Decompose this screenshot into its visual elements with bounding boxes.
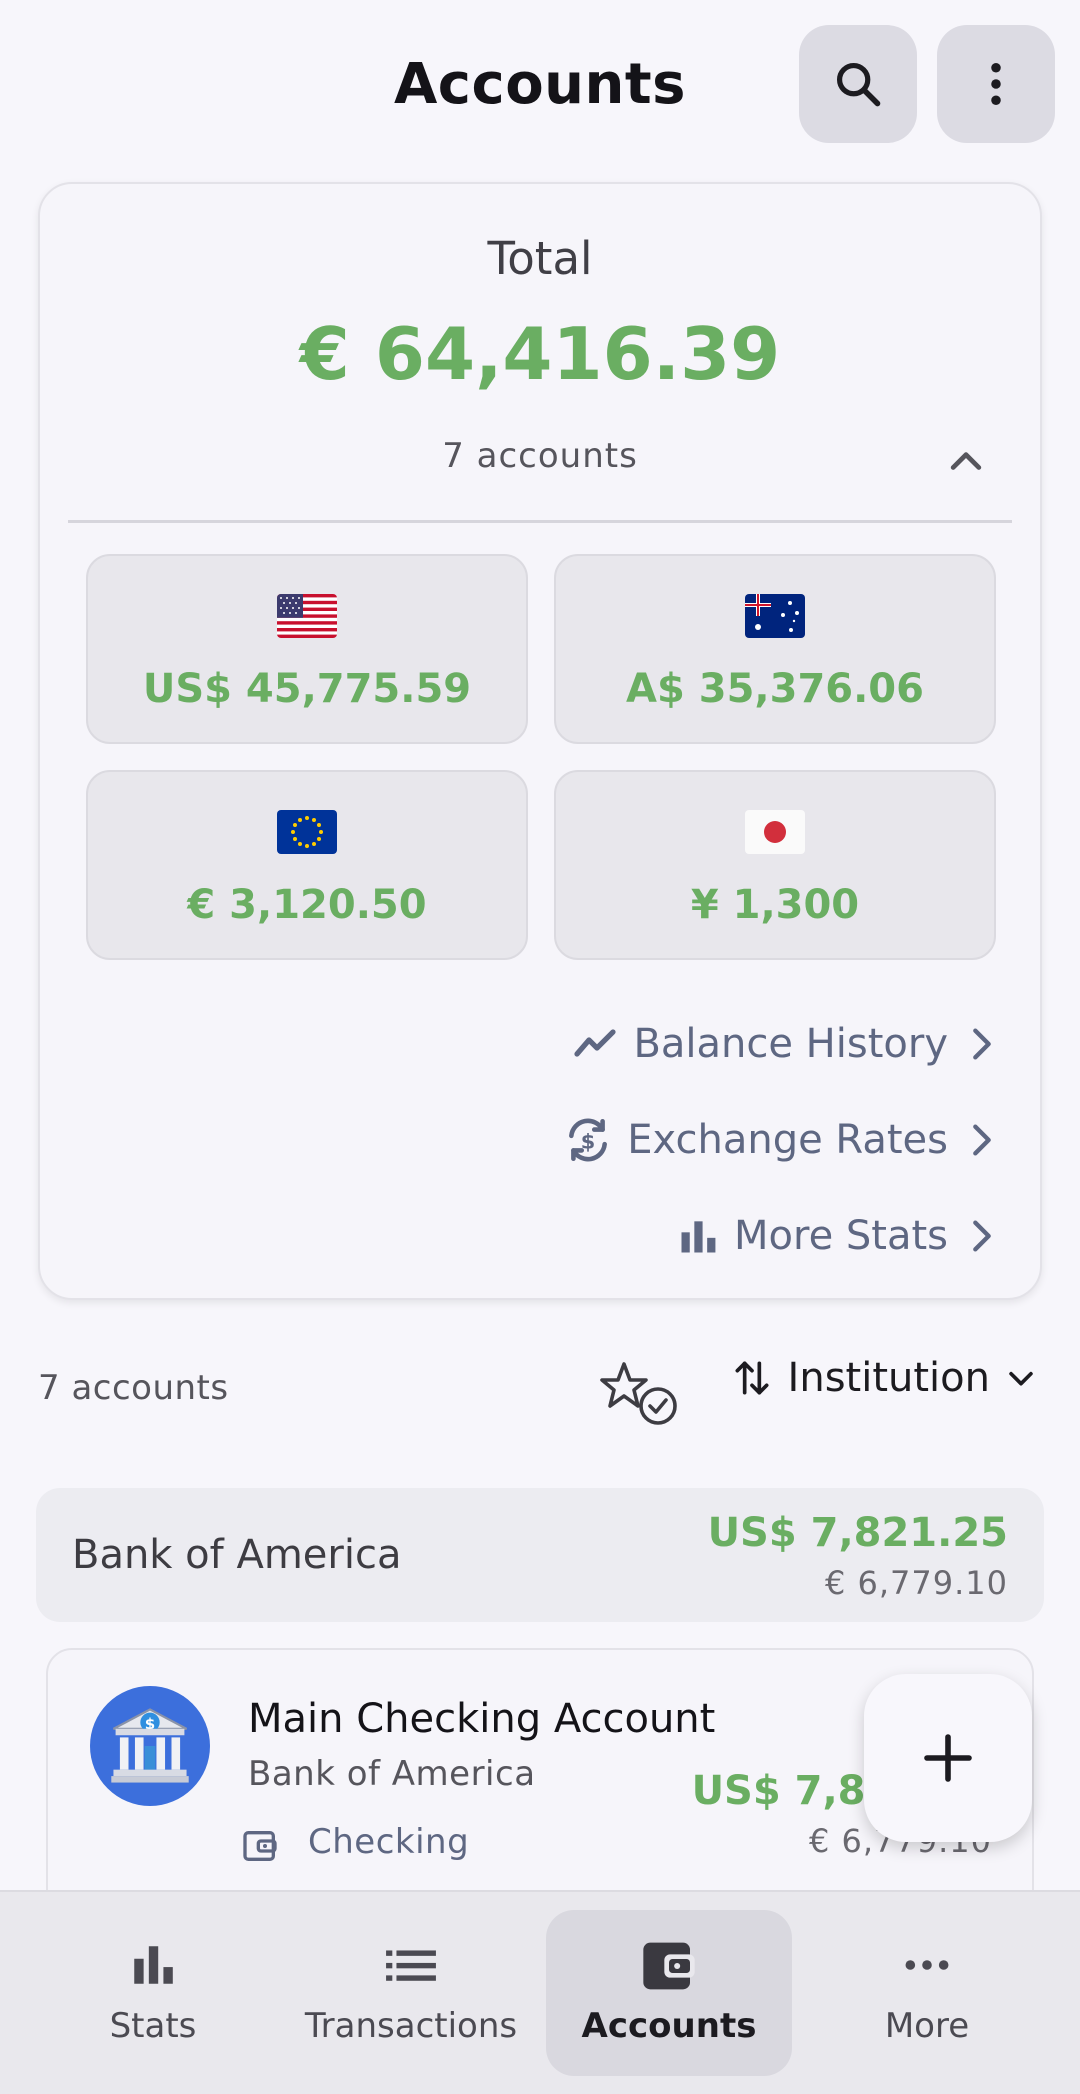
currency-amount: A$ 35,376.06 <box>626 666 924 712</box>
trending-up-icon <box>574 1029 617 1057</box>
plus-icon <box>924 1734 972 1782</box>
nav-accounts[interactable]: Accounts <box>546 1910 792 2076</box>
nav-label: Stats <box>109 2006 197 2046</box>
overflow-menu-button[interactable] <box>937 25 1055 143</box>
sort-icon <box>735 1361 769 1395</box>
nav-transactions[interactable]: Transactions <box>288 1910 534 2076</box>
chevron-right-icon <box>973 1220 991 1252</box>
eu-flag-icon <box>277 810 337 854</box>
star-check-icon <box>600 1362 677 1425</box>
currency-tile-usd[interactable]: US$ 45,775.59 <box>86 554 528 744</box>
institution-group-header[interactable]: Bank of America US$ 7,821.25 € 6,779.10 <box>36 1488 1044 1622</box>
account-type-icon-wrap <box>240 1826 280 1870</box>
list-account-count: 7 accounts <box>38 1368 229 1408</box>
accounts-count: 7 accounts <box>442 436 638 476</box>
jp-flag-icon <box>745 810 805 854</box>
total-amount: € 64,416.39 <box>299 312 781 396</box>
currency-amount: € 3,120.50 <box>187 882 427 928</box>
us-flag-icon <box>277 594 337 638</box>
nav-more[interactable]: More <box>804 1910 1050 2076</box>
currency-amount: ¥ 1,300 <box>690 882 860 928</box>
currency-tile-eur[interactable]: € 3,120.50 <box>86 770 528 960</box>
currency-amount: US$ 45,775.59 <box>142 666 472 712</box>
total-label: Total <box>487 232 593 285</box>
wallet-icon <box>643 1942 695 1990</box>
top-app-bar: Accounts <box>0 0 1080 176</box>
add-account-fab[interactable] <box>864 1674 1032 1842</box>
balance-history-link[interactable]: Balance History <box>571 1014 998 1074</box>
total-summary-card: Total € 64,416.39 7 accounts US$ 45,775.… <box>38 182 1042 1300</box>
more-vertical-icon <box>991 62 1001 106</box>
chevron-down-icon <box>1009 1371 1033 1386</box>
account-institution: Bank of America <box>248 1754 536 1794</box>
currency-exchange-icon: $ <box>569 1118 608 1162</box>
search-button[interactable] <box>799 25 917 143</box>
account-type: Checking <box>308 1822 470 1862</box>
account-name: Main Checking Account <box>248 1696 716 1742</box>
institution-name: Bank of America <box>72 1532 402 1578</box>
svg-text:$: $ <box>581 1129 596 1153</box>
chevron-right-icon <box>973 1028 991 1060</box>
collapse-toggle[interactable] <box>944 440 988 488</box>
currency-tile-jpy[interactable]: ¥ 1,300 <box>554 770 996 960</box>
nav-label: More <box>884 2006 970 2046</box>
group-amount: US$ 7,821.25 <box>707 1510 1008 1556</box>
bar-chart-icon <box>134 1946 173 1984</box>
link-label: More Stats <box>734 1213 948 1259</box>
bank-icon: $ <box>111 1708 189 1783</box>
more-stats-link[interactable]: More Stats <box>676 1206 998 1266</box>
sort-by-button[interactable]: Institution <box>730 1355 1038 1401</box>
exchange-rates-link[interactable]: $ Exchange Rates <box>563 1110 998 1170</box>
chevron-right-icon <box>973 1124 991 1156</box>
link-label: Exchange Rates <box>627 1117 948 1163</box>
bottom-navigation: Stats Transactions Accounts More <box>0 1890 1080 2094</box>
list-icon <box>386 1950 436 1981</box>
more-horizontal-icon <box>905 1960 949 1970</box>
divider <box>68 520 1012 523</box>
currency-tile-aud[interactable]: A$ 35,376.06 <box>554 554 996 744</box>
nav-label: Accounts <box>581 2006 757 2046</box>
favorites-filter-button[interactable] <box>600 1360 680 1430</box>
link-label: Balance History <box>633 1021 948 1067</box>
page-title: Accounts <box>393 52 687 117</box>
nav-label: Transactions <box>304 2006 518 2046</box>
bank-avatar: $ <box>90 1686 210 1806</box>
sort-label: Institution <box>787 1355 990 1401</box>
search-icon <box>836 62 881 107</box>
nav-stats[interactable]: Stats <box>30 1910 276 2076</box>
chevron-up-icon <box>950 452 982 470</box>
bar-chart-icon <box>681 1221 716 1253</box>
group-converted-amount: € 6,779.10 <box>824 1564 1008 1602</box>
au-flag-icon <box>745 594 805 638</box>
wallet-icon <box>243 1831 277 1861</box>
